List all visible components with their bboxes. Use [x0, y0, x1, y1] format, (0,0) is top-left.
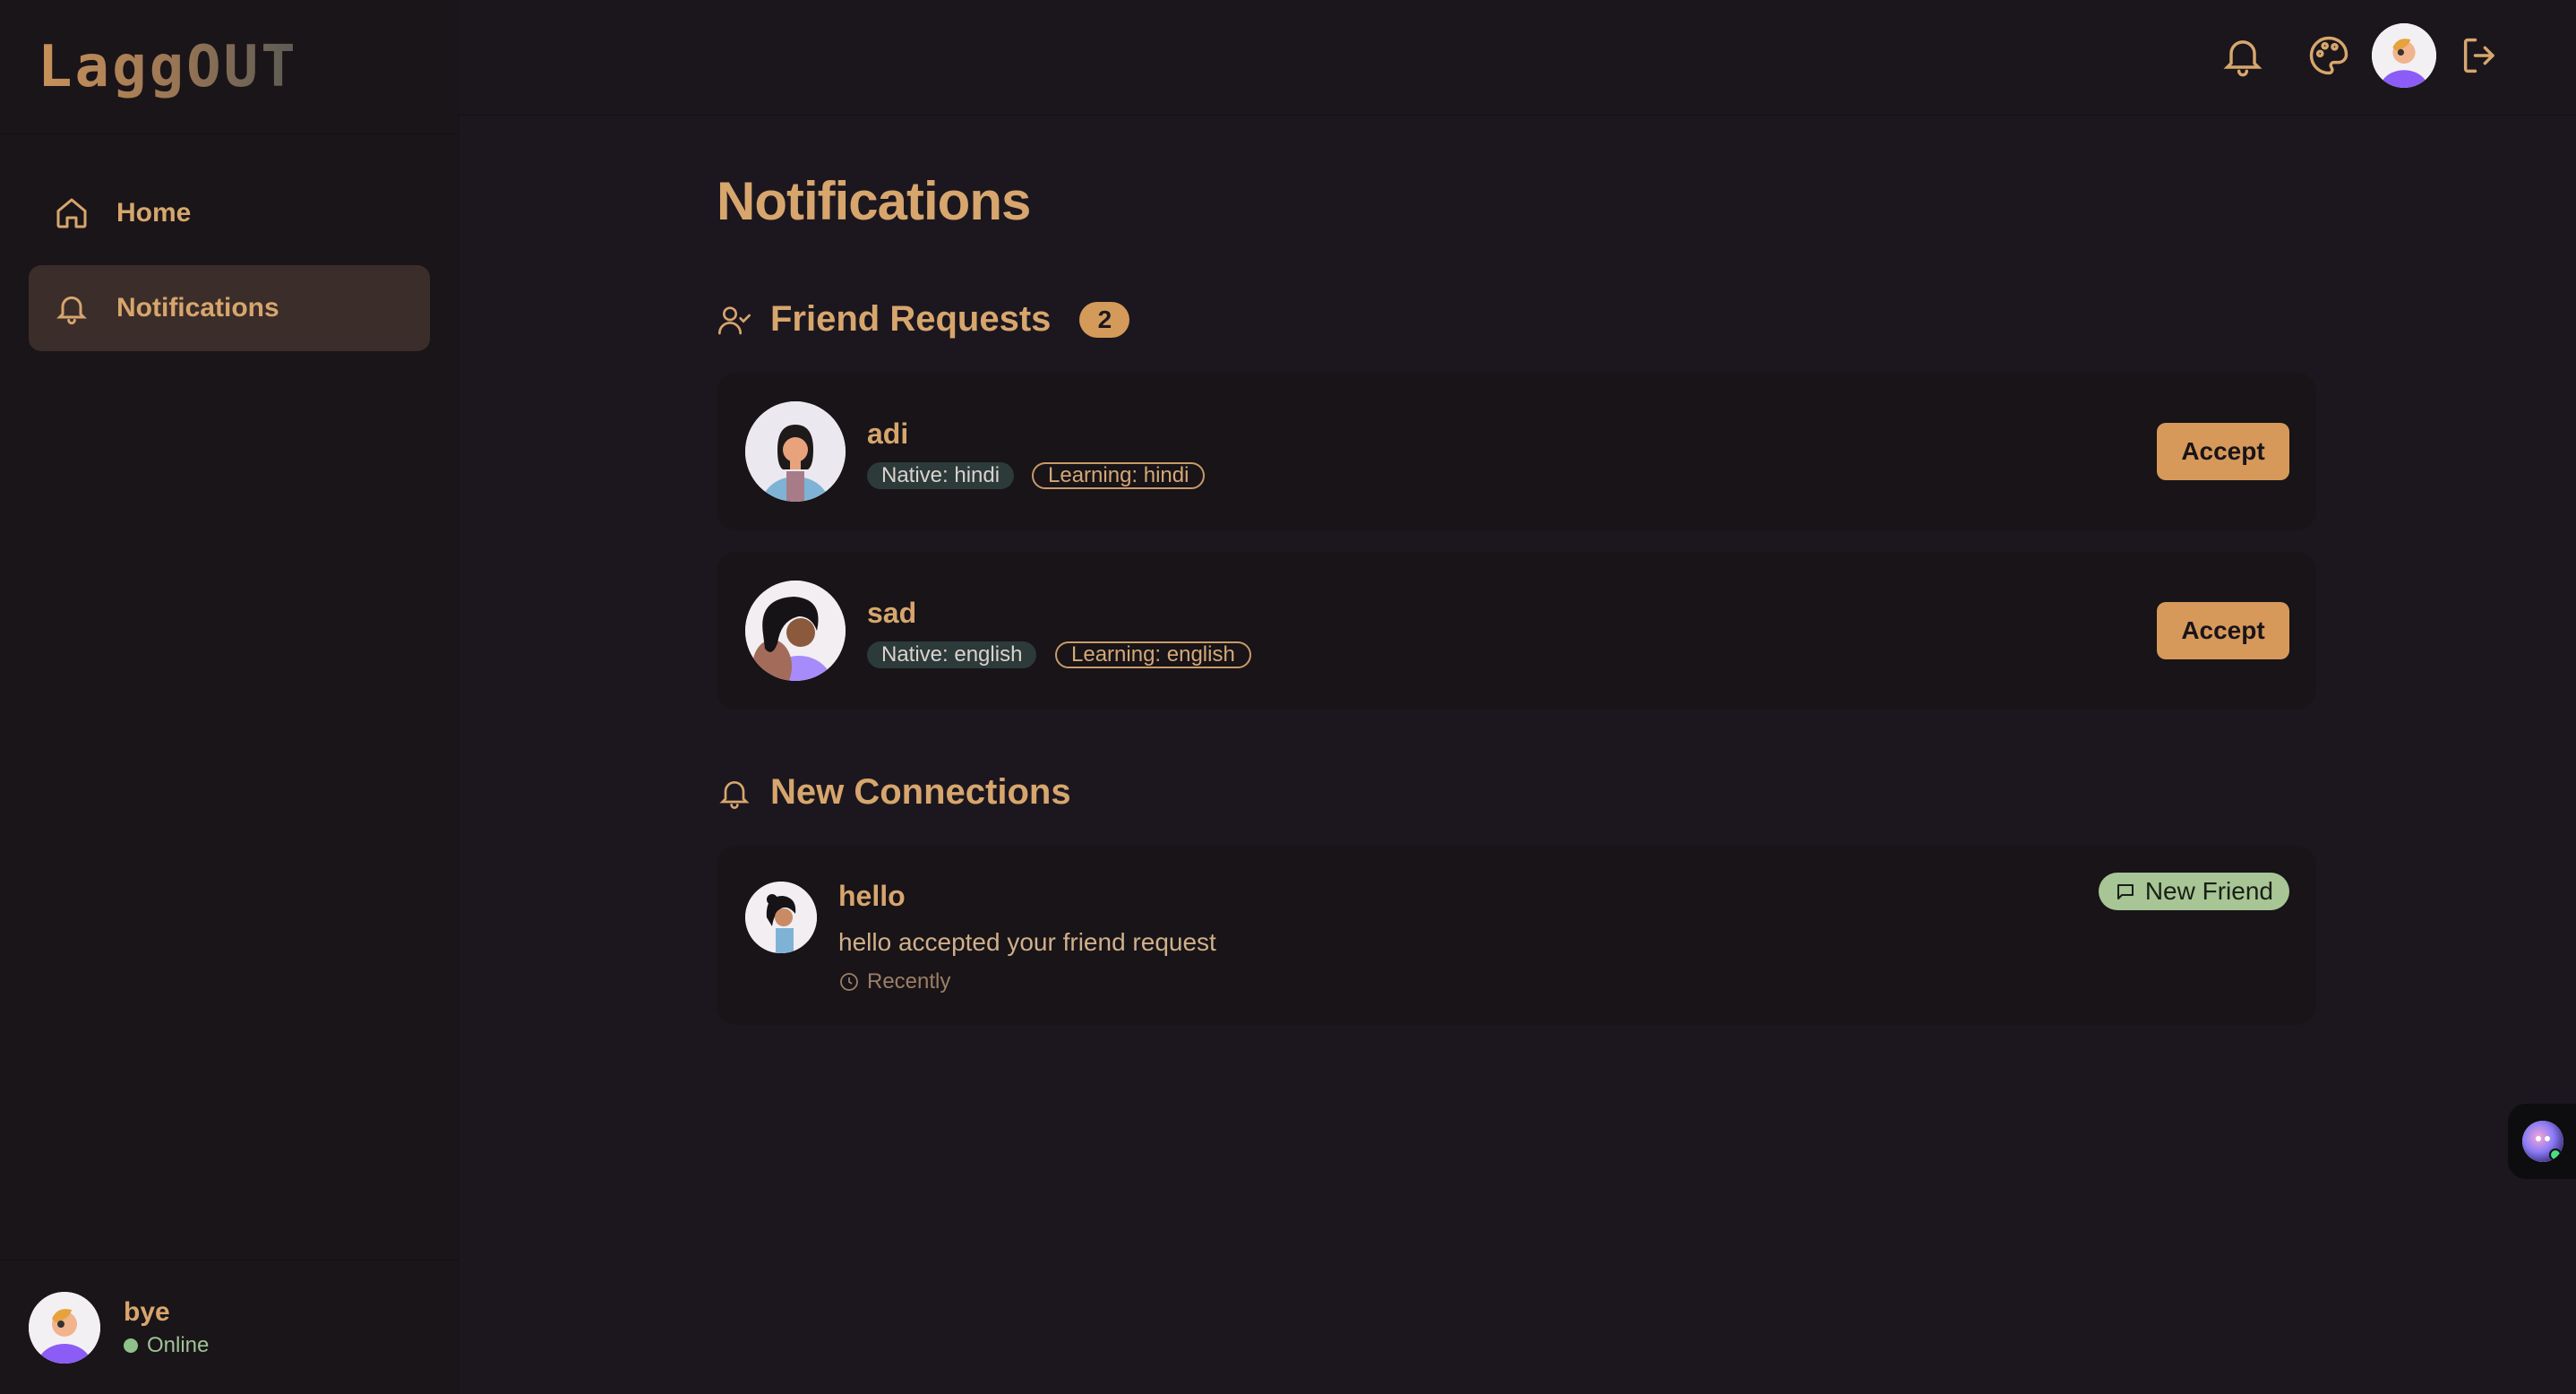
logout-icon[interactable]: [2458, 32, 2504, 79]
avatar: [745, 401, 846, 502]
request-count-badge: 2: [1079, 301, 1130, 338]
clock-icon: [838, 971, 860, 993]
status-label: Online: [147, 1332, 210, 1357]
bell-icon[interactable]: [2220, 32, 2266, 79]
request-name: sad: [867, 597, 917, 629]
sidebar: LaggOUT Home Notifications bye Online: [0, 0, 459, 1394]
friend-request-card: sad Native: english Learning: english Ac…: [717, 552, 2316, 710]
learning-language-tag: Learning: hindi: [1032, 462, 1206, 489]
request-name: adi: [867, 417, 909, 450]
top-bar: [459, 0, 2576, 116]
floating-chat-widget[interactable]: [2508, 1104, 2576, 1179]
new-connections-heading: New Connections: [717, 772, 1071, 813]
section-title: New Connections: [770, 772, 1071, 812]
assistant-avatar-icon: [2522, 1121, 2563, 1162]
page-title: Notifications: [717, 171, 1031, 231]
palette-icon[interactable]: [2306, 32, 2352, 79]
app-logo[interactable]: LaggOUT: [38, 34, 298, 100]
badge-label: New Friend: [2144, 877, 2273, 905]
new-friend-badge: New Friend: [2098, 873, 2289, 910]
avatar: [745, 882, 817, 953]
sidebar-nav: Home Notifications: [0, 134, 459, 351]
section-title: Friend Requests: [770, 299, 1052, 339]
logo-area: LaggOUT: [0, 0, 459, 134]
avatar: [745, 581, 846, 681]
native-language-tag: Native: english: [867, 641, 1037, 668]
user-check-icon: [717, 302, 752, 338]
learning-language-tag: Learning: english: [1055, 641, 1251, 668]
sidebar-item-label: Home: [116, 198, 192, 228]
avatar: [29, 1291, 100, 1364]
connection-time: Recently: [838, 969, 950, 994]
accept-button[interactable]: Accept: [2157, 602, 2289, 659]
accept-button[interactable]: Accept: [2157, 423, 2289, 480]
current-user[interactable]: bye Online: [0, 1260, 459, 1394]
message-square-icon: [2115, 881, 2136, 902]
sidebar-item-label: Notifications: [116, 293, 279, 323]
sidebar-item-notifications[interactable]: Notifications: [29, 265, 430, 351]
native-language-tag: Native: hindi: [867, 462, 1015, 489]
friend-request-card: adi Native: hindi Learning: hindi Accept: [717, 373, 2316, 530]
sidebar-item-home[interactable]: Home: [29, 170, 430, 256]
bell-icon: [717, 775, 752, 811]
avatar[interactable]: [2372, 23, 2436, 88]
friend-requests-heading: Friend Requests 2: [717, 299, 1130, 340]
connection-message: hello accepted your friend request: [838, 928, 1216, 956]
online-dot-icon: [124, 1338, 138, 1353]
user-info: bye Online: [124, 1297, 209, 1358]
time-label: Recently: [867, 969, 951, 994]
user-name: bye: [124, 1296, 170, 1327]
home-icon: [54, 195, 90, 231]
connection-card: hello hello accepted your friend request…: [717, 846, 2316, 1025]
user-status: Online: [124, 1333, 209, 1358]
connection-name: hello: [838, 880, 906, 912]
bell-icon: [54, 290, 90, 326]
